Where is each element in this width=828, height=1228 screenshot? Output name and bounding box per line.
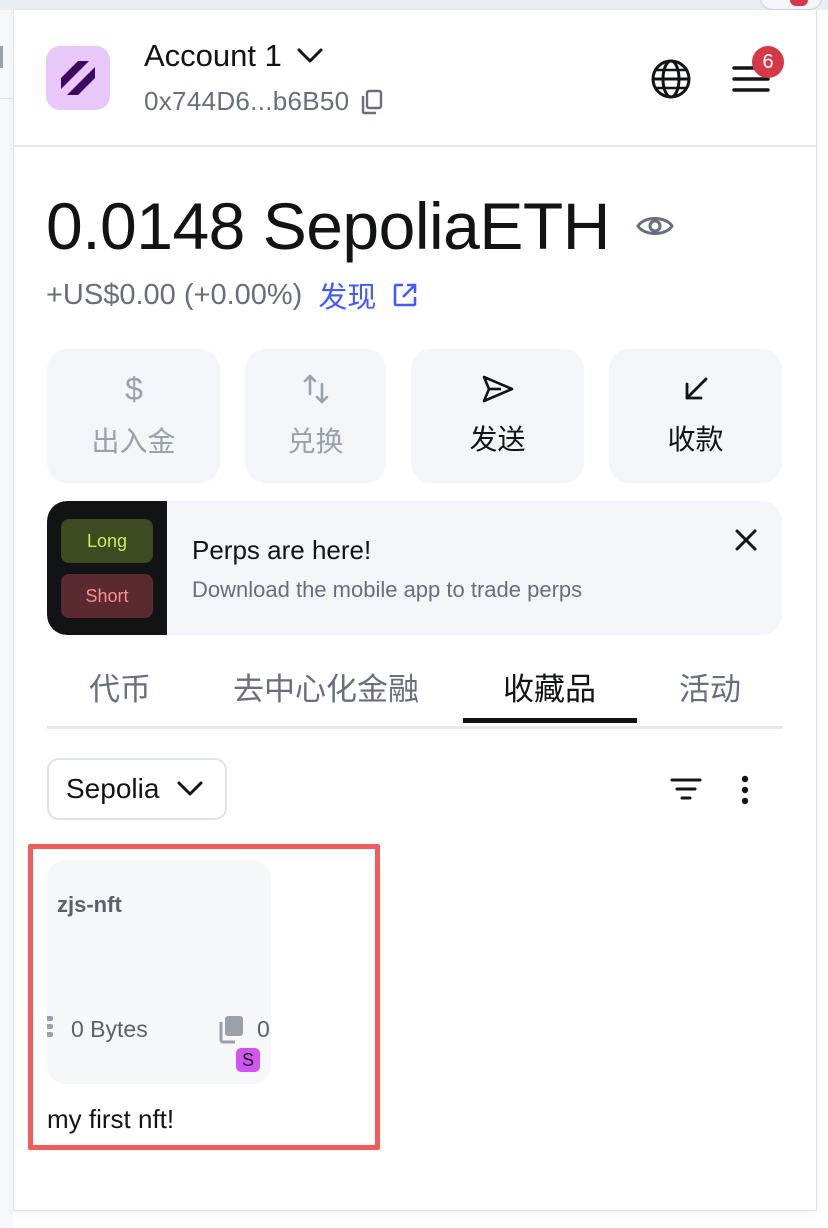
svg-text:$: $ — [125, 372, 143, 406]
send-label: 发送 — [469, 424, 526, 455]
stack-icon — [47, 1016, 53, 1037]
asset-tabs: 代币 去中心化金融 收藏品 活动 — [47, 658, 783, 729]
balance-amount: 0.0148 SepoliaETH — [46, 189, 610, 263]
edge-tick — [0, 46, 3, 68]
perps-banner-image: Long Short — [47, 501, 167, 635]
banner-title: Perps are here! — [192, 535, 372, 565]
tab-nfts[interactable]: 收藏品 — [503, 664, 596, 709]
network-badge: S — [236, 1048, 260, 1072]
nft-title[interactable]: my first nft! — [47, 1104, 174, 1135]
page-background-edge — [0, 10, 13, 1228]
nft-size: 0 Bytes — [71, 1016, 148, 1042]
globe-icon[interactable] — [650, 58, 692, 100]
buy-sell-label: 出入金 — [91, 426, 176, 457]
long-pill: Long — [61, 519, 153, 563]
external-link-icon[interactable] — [392, 282, 418, 308]
receive-icon — [685, 377, 707, 400]
swap-label: 兑换 — [287, 426, 344, 457]
discover-link[interactable]: 发现 — [318, 274, 376, 316]
nft-collection-name: zjs-nft — [57, 892, 122, 917]
account-avatar[interactable] — [46, 46, 110, 110]
address-row: 0x744D6...b6B50 — [144, 86, 383, 117]
wallet-header: Account 1 0x744D6...b6B50 6 — [14, 10, 816, 147]
nft-copies-count: 0 — [257, 1016, 270, 1042]
tab-tokens[interactable]: 代币 — [89, 664, 151, 709]
short-pill: Short — [61, 574, 153, 618]
close-icon[interactable] — [733, 527, 759, 553]
network-filter-label: Sepolia — [66, 773, 160, 804]
swap-button[interactable]: 兑换 — [245, 349, 386, 483]
receive-label: 收款 — [667, 424, 724, 455]
active-tab-indicator — [463, 718, 637, 723]
tab-defi[interactable]: 去中心化金融 — [233, 664, 419, 709]
chevron-down-icon — [177, 781, 203, 796]
edge-line — [0, 98, 13, 99]
copies-icon — [219, 1016, 243, 1044]
notification-badge: 6 — [752, 46, 784, 78]
swap-icon — [303, 374, 328, 404]
chevron-down-icon — [297, 48, 323, 63]
browser-chrome-strip — [0, 0, 828, 10]
tab-activity[interactable]: 活动 — [679, 664, 741, 709]
nft-card[interactable]: zjs-nft 0 Bytes 0 S — [47, 860, 271, 1084]
balance-change-row: +US$0.00 (+0.00%) 发现 — [46, 274, 418, 316]
buy-sell-button[interactable]: $ 出入金 — [47, 349, 220, 483]
dollar-icon: $ — [125, 372, 143, 406]
eye-icon[interactable] — [636, 213, 674, 239]
wallet-popup: Account 1 0x744D6...b6B50 6 0.0148 Sepol… — [13, 10, 817, 1211]
balance-change: +US$0.00 (+0.00%) — [46, 278, 303, 311]
perps-banner[interactable]: Long Short Perps are here! Download the … — [47, 501, 782, 635]
account-address: 0x744D6...b6B50 — [144, 86, 350, 116]
account-selector[interactable]: Account 1 — [144, 38, 324, 74]
balance-row: 0.0148 SepoliaETH — [46, 188, 674, 264]
copy-icon[interactable] — [361, 89, 383, 115]
banner-subtitle: Download the mobile app to trade perps — [192, 577, 583, 602]
send-button[interactable]: 发送 — [411, 349, 584, 483]
receive-button[interactable]: 收款 — [609, 349, 782, 483]
account-name: Account 1 — [144, 38, 282, 73]
sort-icon[interactable] — [670, 776, 702, 802]
network-filter-select[interactable]: Sepolia — [47, 758, 227, 820]
more-options-icon[interactable] — [738, 774, 752, 806]
send-icon — [482, 375, 513, 403]
account-identicon — [61, 61, 95, 95]
